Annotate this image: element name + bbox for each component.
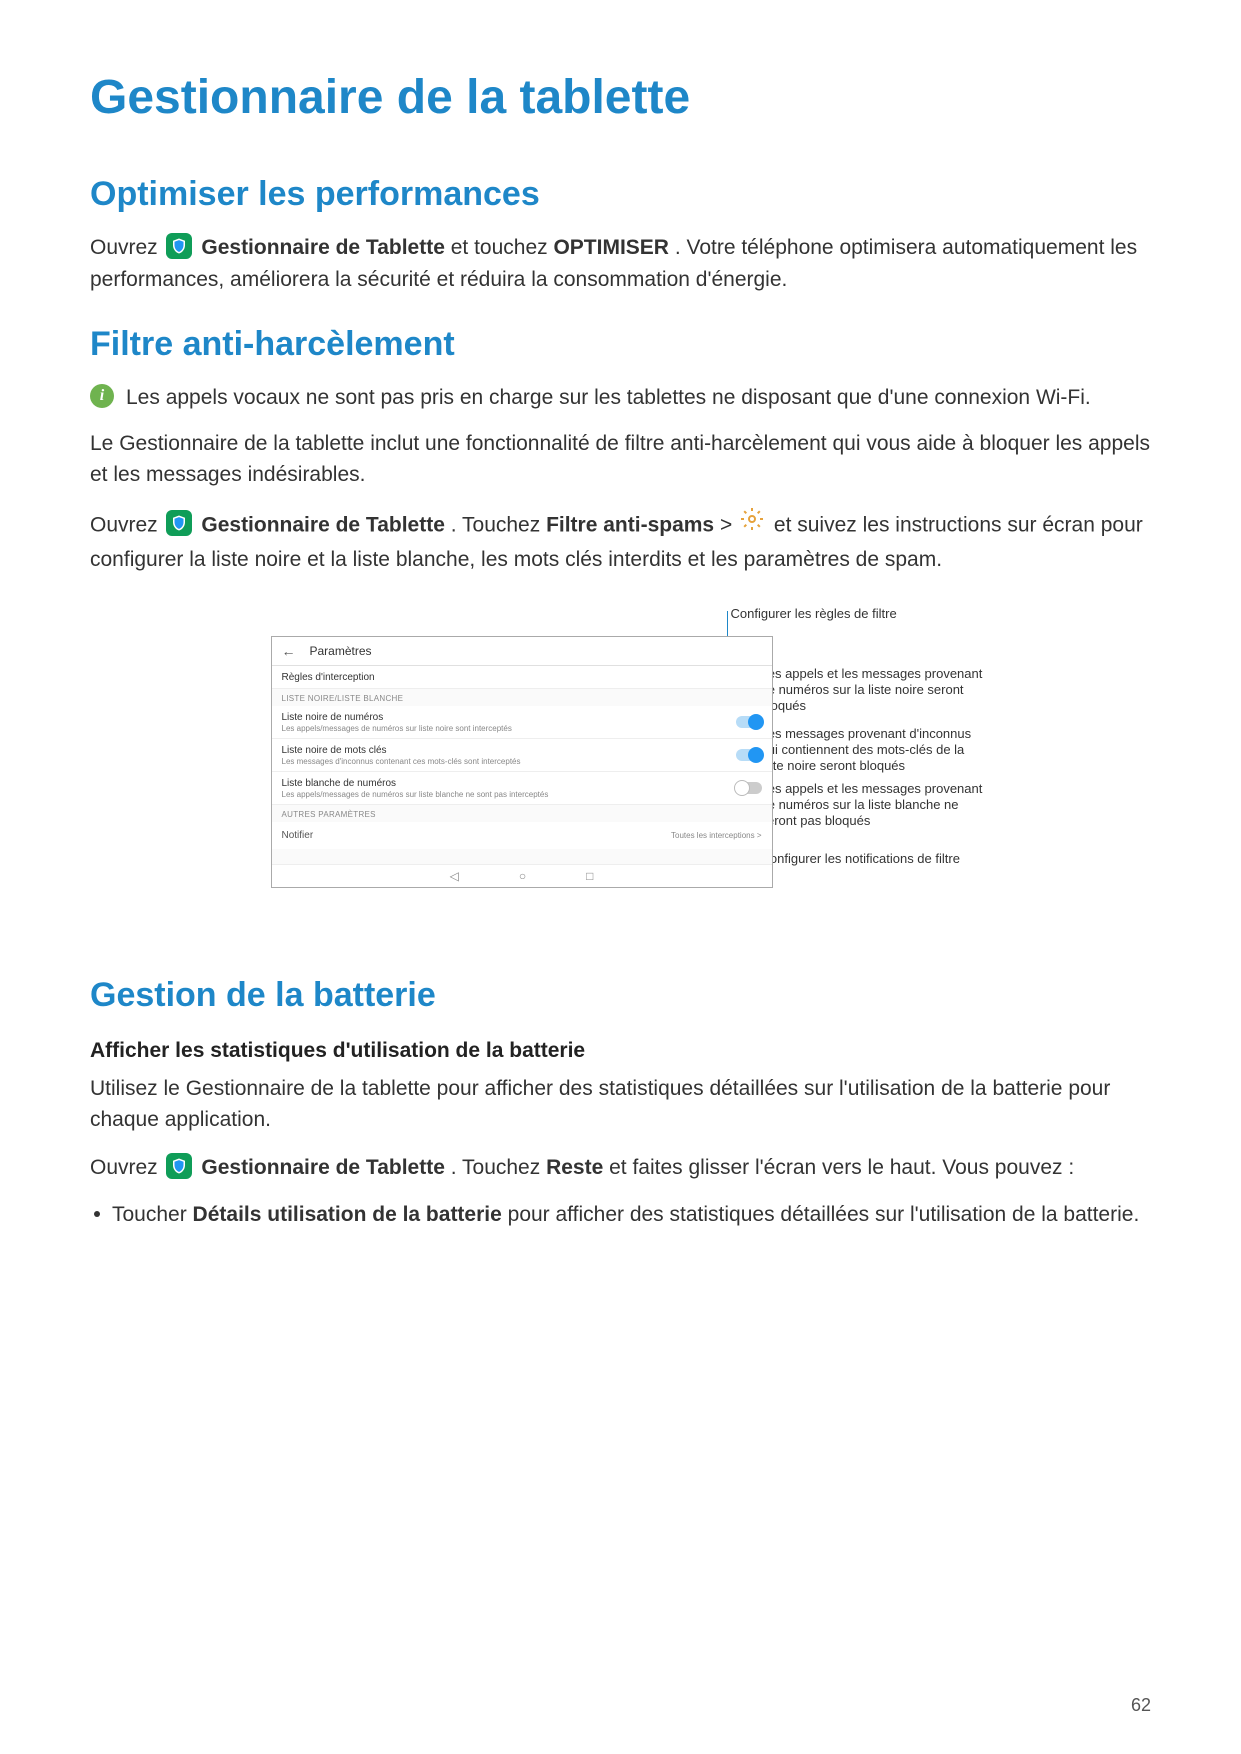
text: Ouvrez [90, 1156, 164, 1179]
text: et faites glisser l'écran vers le haut. … [609, 1156, 1074, 1179]
text: . Touchez [451, 513, 546, 536]
text: > [720, 513, 738, 536]
callout-blacklist-numbers: Les appels et les messages provenant de … [761, 666, 991, 715]
battery-paragraph-2: Ouvrez Gestionnaire de Tablette . Touche… [90, 1152, 1151, 1184]
section-filter-heading: Filtre anti-harcèlement [90, 325, 1151, 364]
info-text: Les appels vocaux ne sont pas pris en ch… [126, 382, 1091, 414]
ss-row-sub: Les appels/messages de numéros sur liste… [282, 724, 762, 733]
ss-header: ← Paramètres [272, 637, 772, 666]
text: Ouvrez [90, 236, 164, 259]
callout-filter-rules: Configurer les règles de filtre [731, 606, 961, 622]
battery-subheading: Afficher les statistiques d'utilisation … [90, 1039, 1151, 1063]
settings-screenshot: ← Paramètres Règles d'interception LISTE… [271, 636, 773, 888]
filter-figure: Configurer les règles de filtre Les appe… [211, 606, 1031, 896]
callout-notifications: Configurer les notifications de filtre [761, 851, 991, 867]
toggle-switch-icon[interactable] [736, 716, 762, 728]
nav-recent-icon[interactable]: □ [586, 869, 593, 883]
nav-home-icon[interactable]: ○ [519, 869, 526, 883]
tablet-manager-icon [166, 1153, 192, 1179]
tablet-manager-icon [166, 510, 192, 536]
gear-icon [740, 507, 764, 541]
toggle-switch-icon[interactable] [736, 782, 762, 794]
list-item: Toucher Détails utilisation de la batter… [90, 1199, 1151, 1231]
tablet-manager-icon [166, 233, 192, 259]
ss-title: Paramètres [310, 644, 372, 658]
optimize-button-label: OPTIMISER [553, 236, 669, 259]
filter-paragraph-1: Le Gestionnaire de la tablette inclut un… [90, 428, 1151, 491]
optimize-paragraph: Ouvrez Gestionnaire de Tablette et touch… [90, 232, 1151, 295]
section-optimize-heading: Optimiser les performances [90, 175, 1151, 214]
ss-row-title: Liste blanche de numéros [282, 778, 762, 789]
info-note: i Les appels vocaux ne sont pas pris en … [90, 382, 1151, 414]
ss-row-title: Notifier [282, 830, 314, 841]
page-title: Gestionnaire de la tablette [90, 70, 1151, 125]
ss-row-rules[interactable]: Règles d'interception [272, 666, 772, 689]
text: Toucher [112, 1203, 193, 1226]
ss-section-other: AUTRES PARAMÈTRES [272, 805, 772, 822]
text: pour afficher des statistiques détaillée… [508, 1203, 1140, 1226]
text: Ouvrez [90, 513, 164, 536]
text: . Touchez [451, 1156, 546, 1179]
section-battery-heading: Gestion de la batterie [90, 976, 1151, 1015]
ss-row-blacklist-keywords[interactable]: Liste noire de mots clés Les messages d'… [272, 739, 772, 772]
text: et touchez [451, 236, 554, 259]
ss-row-value: Toutes les interceptions > [671, 831, 762, 840]
ss-row-title: Règles d'interception [282, 672, 762, 683]
page-number: 62 [1131, 1695, 1151, 1716]
callout-blacklist-keywords: Les messages provenant d'inconnus qui co… [761, 726, 991, 775]
battery-bullet-list: Toucher Détails utilisation de la batter… [90, 1199, 1151, 1231]
battery-paragraph-1: Utilisez le Gestionnaire de la tablette … [90, 1073, 1151, 1136]
app-label: Gestionnaire de Tablette [201, 1156, 445, 1179]
nav-back-icon[interactable]: ◁ [450, 869, 459, 883]
ss-row-title: Liste noire de numéros [282, 712, 762, 723]
battery-details-label: Détails utilisation de la batterie [193, 1203, 502, 1226]
app-label: Gestionnaire de Tablette [201, 513, 445, 536]
info-icon: i [90, 384, 114, 408]
ss-section-lists: LISTE NOIRE/LISTE BLANCHE [272, 689, 772, 706]
ss-row-sub: Les messages d'inconnus contenant ces mo… [282, 757, 762, 766]
app-label: Gestionnaire de Tablette [201, 236, 445, 259]
spam-filter-label: Filtre anti-spams [546, 513, 714, 536]
filter-paragraph-2: Ouvrez Gestionnaire de Tablette . Touche… [90, 507, 1151, 576]
callout-whitelist-numbers: Les appels et les messages provenant de … [761, 781, 991, 830]
android-navbar: ◁ ○ □ [272, 864, 772, 887]
ss-row-whitelist-numbers[interactable]: Liste blanche de numéros Les appels/mess… [272, 772, 772, 805]
toggle-switch-icon[interactable] [736, 749, 762, 761]
ss-row-notify[interactable]: Notifier Toutes les interceptions > [272, 822, 772, 849]
ss-row-blacklist-numbers[interactable]: Liste noire de numéros Les appels/messag… [272, 706, 772, 739]
back-arrow-icon[interactable]: ← [282, 643, 296, 659]
reste-label: Reste [546, 1156, 603, 1179]
ss-row-sub: Les appels/messages de numéros sur liste… [282, 790, 762, 799]
ss-row-title: Liste noire de mots clés [282, 745, 762, 756]
